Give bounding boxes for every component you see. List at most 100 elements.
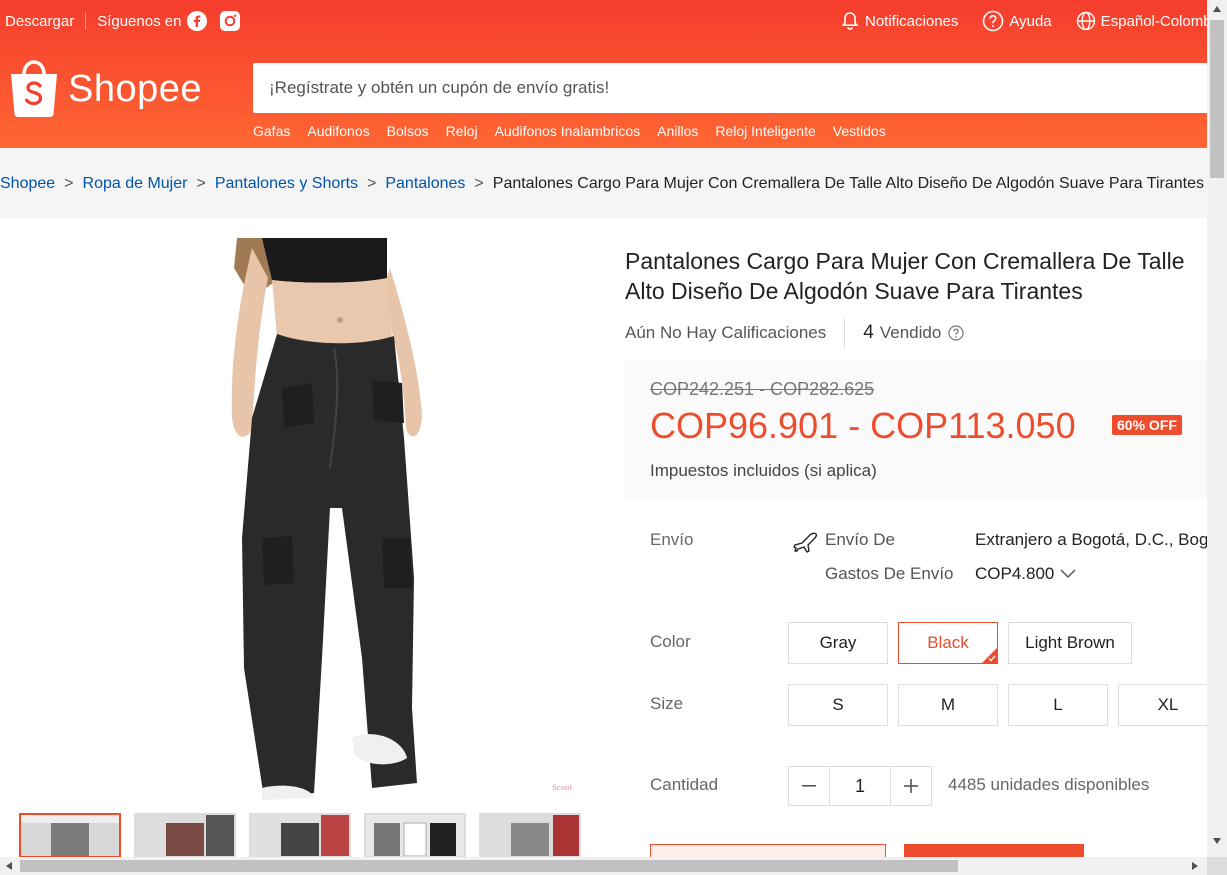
thumbnail-strip — [19, 813, 581, 857]
option-label: S — [832, 695, 844, 714]
keyword-link[interactable]: Audifonos — [307, 123, 369, 139]
discount-badge: 60% OFF — [1112, 415, 1182, 435]
horizontal-scrollbar[interactable] — [0, 857, 1207, 875]
keyword-link[interactable]: Anillos — [657, 123, 698, 139]
product-title: Pantalones Cargo Para Mujer Con Cremalle… — [625, 248, 1185, 304]
original-price: COP242.251 - COP282.625 — [650, 379, 875, 399]
keyword-link[interactable]: Audifonos Inalambricos — [495, 123, 641, 139]
product-thumbnail[interactable] — [19, 813, 121, 857]
image-watermark: Scout — [552, 784, 572, 792]
color-label: Color — [650, 632, 691, 651]
color-option-light-brown[interactable]: Light Brown — [1008, 622, 1132, 664]
decrease-button[interactable] — [789, 767, 829, 805]
keyword-link[interactable]: Reloj Inteligente — [715, 123, 815, 139]
color-option-gray[interactable]: Gray — [788, 622, 888, 664]
breadcrumb: Shopee > Ropa de Mujer > Pantalones y Sh… — [0, 173, 1204, 195]
language-label: Español-Colombia — [1100, 12, 1207, 30]
color-option-black[interactable]: Black — [898, 622, 998, 664]
top-bar: Descargar Síguenos en Notificaciones Ayu… — [0, 0, 1207, 42]
shopping-bag-icon — [11, 60, 57, 117]
breadcrumb-link[interactable]: Pantalones y Shorts — [215, 175, 358, 193]
instagram-icon[interactable] — [220, 11, 241, 31]
checkmark-icon — [988, 655, 996, 662]
help-label: Ayuda — [1009, 12, 1052, 30]
size-label: Size — [650, 694, 684, 713]
scroll-up-icon — [1213, 6, 1221, 12]
size-option-s[interactable]: S — [788, 684, 888, 726]
follow-label: Síguenos en — [97, 12, 182, 30]
chevron-down-icon — [1060, 569, 1076, 579]
buy-now-button[interactable] — [904, 844, 1084, 857]
size-option-xl[interactable]: XL — [1118, 684, 1207, 726]
quantity-input[interactable]: 1 — [829, 767, 891, 805]
shipping-from-label: Envío De — [825, 530, 895, 549]
logo-text: Shopee — [68, 67, 203, 110]
tax-note: Impuestos incluidos (si aplica) — [650, 461, 877, 480]
shipping-label: Envío — [650, 530, 694, 549]
price-box: COP242.251 - COP282.625 COP96.901 - COP1… — [625, 360, 1207, 499]
question-icon[interactable] — [948, 325, 964, 341]
scroll-right-icon — [1192, 862, 1198, 870]
scroll-down-icon — [1213, 838, 1221, 844]
breadcrumb-link[interactable]: Shopee — [0, 175, 55, 193]
product-main-image[interactable]: Scout — [222, 238, 587, 800]
search-bar — [253, 63, 1207, 113]
quantity-label: Cantidad — [650, 775, 719, 794]
product-thumbnail[interactable] — [479, 813, 581, 857]
help-link[interactable]: Ayuda — [982, 10, 1052, 32]
keyword-link[interactable]: Reloj — [446, 123, 478, 139]
plus-icon — [904, 779, 918, 793]
keyword-link[interactable]: Vestidos — [833, 123, 886, 139]
add-to-cart-button[interactable] — [650, 844, 886, 857]
product-meta: Aún No Hay Calificaciones 4 Vendido — [625, 318, 964, 348]
breadcrumb-link[interactable]: Pantalones — [385, 175, 465, 193]
scroll-left-icon — [6, 862, 12, 870]
option-label: Black — [927, 633, 969, 652]
breadcrumb-link[interactable]: Ropa de Mujer — [83, 175, 188, 193]
sold-count: 4 — [863, 322, 874, 343]
shipping-cost-value: COP4.800 — [975, 564, 1055, 583]
option-label: M — [940, 695, 956, 714]
sold-label: Vendido — [879, 323, 942, 342]
shopee-logo[interactable]: Shopee — [8, 60, 202, 118]
bell-icon — [841, 12, 859, 30]
option-label: Gray — [819, 633, 857, 652]
current-price: COP96.901 - COP113.050 — [650, 405, 1076, 446]
notifications-link[interactable]: Notificaciones — [840, 11, 958, 31]
search-input[interactable] — [253, 63, 1207, 113]
notifications-label: Notificaciones — [865, 12, 959, 30]
ratings-text: Aún No Hay Calificaciones — [625, 323, 827, 342]
quantity-stepper: 1 — [788, 766, 932, 806]
increase-button[interactable] — [891, 767, 931, 805]
download-link[interactable]: Descargar — [5, 13, 74, 30]
keyword-link[interactable]: Bolsos — [387, 123, 429, 139]
stock-text: 4485 unidades disponibles — [948, 775, 1150, 794]
chevron-right-icon: > — [196, 175, 206, 192]
shipping-cost-label: Gastos De Envío — [825, 564, 954, 583]
language-selector[interactable]: Español-Colombia — [1076, 11, 1207, 31]
minus-icon — [802, 785, 816, 787]
size-option-m[interactable]: M — [898, 684, 998, 726]
chevron-right-icon: > — [367, 175, 377, 192]
keyword-link[interactable]: Gafas — [253, 123, 290, 139]
scrollbar-corner — [1207, 857, 1227, 875]
page-viewport: Descargar Síguenos en Notificaciones Ayu… — [0, 0, 1207, 857]
facebook-icon[interactable] — [187, 11, 208, 31]
option-label: L — [1053, 695, 1063, 714]
divider — [844, 318, 846, 348]
chevron-right-icon: > — [474, 175, 484, 192]
scrollbar-thumb[interactable] — [1210, 20, 1224, 178]
product-thumbnail[interactable] — [134, 813, 236, 857]
scrollbar-thumb[interactable] — [20, 860, 958, 872]
breadcrumb-current: Pantalones Cargo Para Mujer Con Cremalle… — [492, 175, 1204, 192]
airplane-icon — [792, 531, 820, 558]
size-option-l[interactable]: L — [1008, 684, 1108, 726]
chevron-right-icon: > — [64, 175, 74, 192]
product-thumbnail[interactable] — [364, 813, 466, 857]
divider — [85, 12, 87, 30]
globe-icon — [1076, 11, 1095, 31]
product-thumbnail[interactable] — [249, 813, 351, 857]
vertical-scrollbar[interactable] — [1207, 0, 1227, 857]
shipping-cost-dropdown[interactable]: COP4.800 — [975, 564, 1076, 584]
help-circle-icon — [983, 10, 1004, 32]
